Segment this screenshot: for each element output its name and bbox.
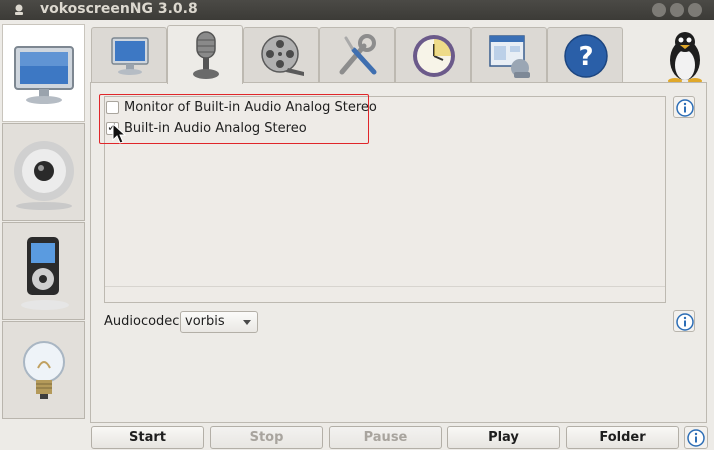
tab-misc[interactable] [319,27,395,83]
help-icon: ? [564,34,608,78]
tab-screen[interactable] [91,27,167,83]
window-title: vokoscreenNG 3.0.8 [40,1,198,17]
film-reel-icon [261,35,304,76]
tab-video[interactable] [243,27,319,83]
monitor-icon [111,37,149,75]
bottom-info-button[interactable] [684,426,708,449]
codec-info-button[interactable] [673,310,695,332]
folder-button[interactable]: Folder [566,426,679,449]
svg-text:?: ? [578,42,593,72]
device-list-footer [105,286,665,302]
tab-system[interactable] [471,27,547,83]
sidebar-item-screencast[interactable] [2,24,85,122]
sidebar-item-player[interactable] [2,222,85,320]
sidebar-item-camera[interactable] [2,123,85,221]
maximize-button[interactable] [670,3,684,17]
tools-icon [339,34,377,75]
clock-icon [413,35,455,77]
tab-timer[interactable] [395,27,471,83]
microphone-icon [193,31,219,79]
close-button[interactable] [688,3,702,17]
tab-about[interactable]: ? [547,27,623,83]
monitor-icon [14,46,74,104]
sidebar [2,24,85,450]
sidebar-item-log[interactable] [2,321,85,419]
media-player-icon [21,237,69,310]
mouse-cursor-icon [112,123,126,144]
minimize-button[interactable] [652,3,666,17]
highlight-box [99,94,369,144]
tab-audio[interactable] [167,25,243,84]
audiocodec-value: vorbis [185,314,225,329]
tux-logo-icon [668,32,702,84]
webcam-icon [14,141,74,210]
chevron-down-icon [243,320,251,325]
title-bar: vokoscreenNG 3.0.8 [0,0,714,20]
audiocodec-select[interactable]: vorbis [180,311,258,333]
window-icon [489,35,530,78]
play-button[interactable]: Play [447,426,560,449]
info-icon [676,99,694,117]
pause-button[interactable]: Pause [329,426,442,449]
stop-button[interactable]: Stop [210,426,323,449]
start-button[interactable]: Start [91,426,204,449]
app-icon [15,4,23,15]
audiocodec-label: Audiocodec [104,314,180,329]
device-info-button[interactable] [673,96,695,118]
lightbulb-icon [23,341,65,399]
info-icon [687,429,705,447]
info-icon [676,313,694,331]
